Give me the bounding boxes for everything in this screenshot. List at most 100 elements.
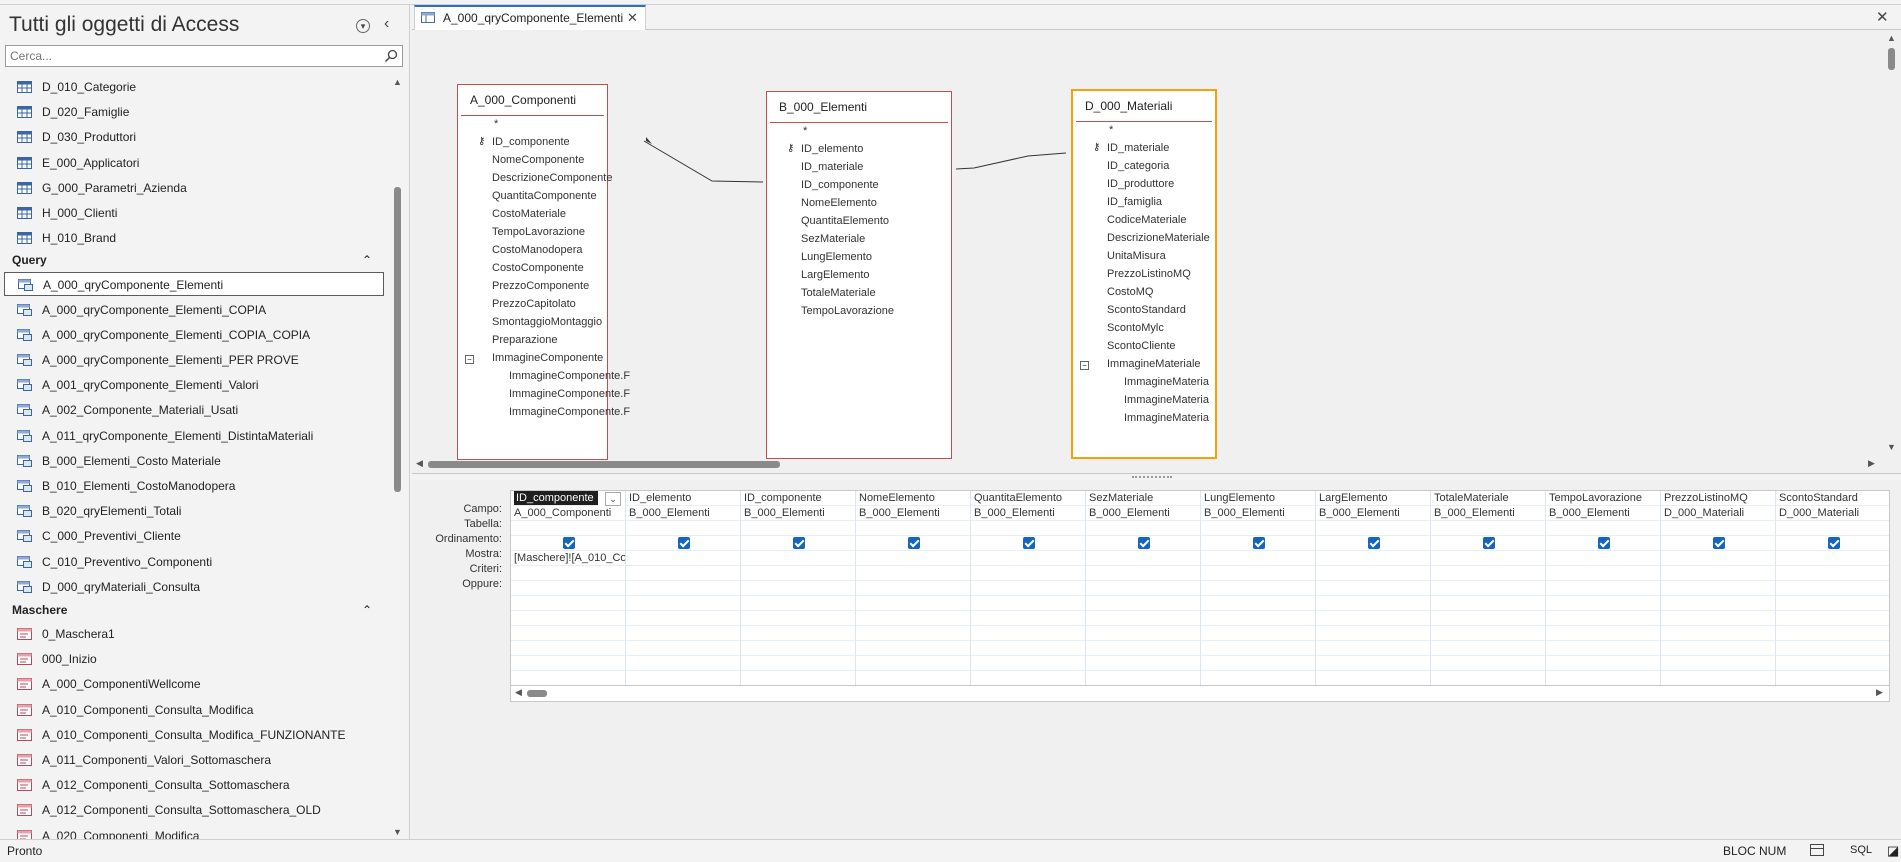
grid-column[interactable]: TempoLavorazione B_000_Elementi xyxy=(1546,491,1661,685)
grid-cell-mostra[interactable] xyxy=(1546,536,1660,551)
grid-cell-oppure[interactable] xyxy=(1776,566,1889,581)
grid-cell-campo[interactable]: ScontoStandard xyxy=(1776,491,1889,506)
show-checkbox[interactable] xyxy=(1368,537,1380,549)
grid-cell-empty[interactable] xyxy=(511,641,625,656)
nav-item-query[interactable]: A_001_qryComponente_Elementi_Valori xyxy=(4,373,384,397)
field-item[interactable]: ScontoStandard xyxy=(1107,304,1186,316)
grid-cell-empty[interactable] xyxy=(1776,611,1889,626)
grid-cell-empty[interactable] xyxy=(1776,581,1889,596)
grid-cell-criteri[interactable] xyxy=(856,551,970,566)
grid-cell-empty[interactable] xyxy=(1431,581,1545,596)
nav-scrollbar[interactable]: ▲ ▼ xyxy=(389,75,406,839)
grid-cell-oppure[interactable] xyxy=(1086,566,1200,581)
group-header-maschere[interactable]: Maschere ⌃ xyxy=(12,599,384,621)
grid-column[interactable]: PrezzoListinoMQ D_000_Materiali xyxy=(1661,491,1776,685)
grid-cell-empty[interactable] xyxy=(1316,641,1430,656)
grid-cell-empty[interactable] xyxy=(1431,656,1545,671)
grid-cell-mostra[interactable] xyxy=(1086,536,1200,551)
nav-item-query[interactable]: B_020_qryElementi_Totali xyxy=(4,499,384,523)
dropdown-chevron-icon[interactable]: ⌄ xyxy=(605,492,621,506)
grid-cell-empty[interactable] xyxy=(511,596,625,611)
field-item[interactable]: ID_componente xyxy=(801,179,879,191)
design-hscroll-thumb[interactable] xyxy=(428,461,780,468)
grid-cell-tabella[interactable]: B_000_Elementi xyxy=(1546,506,1660,521)
field-item[interactable]: NomeElemento xyxy=(801,197,877,209)
grid-cell-empty[interactable] xyxy=(971,611,1085,626)
table-field-list[interactable]: A_000_Componenti * ⚷ ID_componente NomeCompo… xyxy=(457,84,630,460)
field-item[interactable]: ImmagineMateria xyxy=(1124,376,1209,388)
grid-cell-criteri[interactable]: [Maschere]![A_010_Co xyxy=(511,551,625,566)
grid-cell-campo[interactable]: LungElemento xyxy=(1201,491,1315,506)
grid-cell-empty[interactable] xyxy=(626,626,740,641)
grid-cell-criteri[interactable] xyxy=(1316,551,1430,566)
sql-view-button[interactable]: SQL xyxy=(1850,844,1872,856)
grid-cell-empty[interactable] xyxy=(1201,581,1315,596)
nav-item-form[interactable]: A_010_Componenti_Consulta_Modifica xyxy=(4,698,384,722)
grid-cell-empty[interactable] xyxy=(856,596,970,611)
field-item[interactable]: PrezzoCapitolato xyxy=(492,298,576,310)
nav-item-table[interactable]: H_000_Clienti xyxy=(4,201,384,225)
field-item[interactable]: CodiceMateriale xyxy=(1107,214,1186,226)
grid-cell-ordinamento[interactable] xyxy=(1431,521,1545,536)
grid-cell-empty[interactable] xyxy=(1546,656,1660,671)
grid-cell-campo[interactable]: TempoLavorazione xyxy=(1546,491,1660,506)
grid-cell-criteri[interactable] xyxy=(1661,551,1775,566)
grid-column[interactable]: SezMateriale B_000_Elementi xyxy=(1086,491,1201,685)
grid-cell-tabella[interactable]: D_000_Materiali xyxy=(1776,506,1889,521)
grid-cell-empty[interactable] xyxy=(1661,596,1775,611)
grid-cell-mostra[interactable] xyxy=(741,536,855,551)
scroll-up-icon[interactable]: ▲ xyxy=(1887,33,1896,43)
field-item[interactable]: UnitaMisura xyxy=(1107,250,1166,262)
grid-cell-tabella[interactable]: B_000_Elementi xyxy=(741,506,855,521)
grid-cell-empty[interactable] xyxy=(626,641,740,656)
grid-cell-tabella[interactable]: B_000_Elementi xyxy=(626,506,740,521)
show-checkbox[interactable] xyxy=(1483,537,1495,549)
grid-cell-empty[interactable] xyxy=(1546,641,1660,656)
grid-column[interactable]: QuantitaElemento B_000_Elementi xyxy=(971,491,1086,685)
show-checkbox[interactable] xyxy=(908,537,920,549)
scroll-down-icon[interactable]: ▼ xyxy=(1887,442,1896,452)
grid-cell-criteri[interactable] xyxy=(1086,551,1200,566)
grid-cell-oppure[interactable] xyxy=(626,566,740,581)
grid-cell-ordinamento[interactable] xyxy=(511,521,625,536)
field-item[interactable]: ImmagineMateriale xyxy=(1107,358,1201,370)
tab-query-design[interactable]: A_000_qryComponente_Elementi ✕ xyxy=(414,5,646,30)
nav-collapse-icon[interactable]: ‹ xyxy=(384,15,389,33)
grid-cell-ordinamento[interactable] xyxy=(741,521,855,536)
grid-cell-ordinamento[interactable] xyxy=(1661,521,1775,536)
field-item[interactable]: PrezzoListinoMQ xyxy=(1107,268,1191,280)
grid-cell-campo[interactable]: PrezzoListinoMQ xyxy=(1661,491,1775,506)
grid-cell-tabella[interactable]: B_000_Elementi xyxy=(1086,506,1200,521)
grid-cell-empty[interactable] xyxy=(1546,581,1660,596)
grid-cell-mostra[interactable] xyxy=(1661,536,1775,551)
grid-cell-campo[interactable]: SezMateriale xyxy=(1086,491,1200,506)
grid-cell-empty[interactable] xyxy=(1201,641,1315,656)
nav-item-table[interactable]: G_000_Parametri_Azienda xyxy=(4,176,384,200)
show-checkbox[interactable] xyxy=(1828,537,1840,549)
grid-cell-empty[interactable] xyxy=(1546,596,1660,611)
grid-cell-empty[interactable] xyxy=(1431,611,1545,626)
chevron-up-icon[interactable]: ⌃ xyxy=(362,249,372,271)
field-item[interactable]: ImmagineMateria xyxy=(1124,412,1209,424)
show-checkbox[interactable] xyxy=(1253,537,1265,549)
field-item[interactable]: ID_materiale xyxy=(1107,142,1169,154)
grid-cell-ordinamento[interactable] xyxy=(626,521,740,536)
grid-column[interactable]: ID_componente B_000_Elementi xyxy=(741,491,856,685)
grid-cell-empty[interactable] xyxy=(1431,626,1545,641)
grid-cell-empty[interactable] xyxy=(1431,641,1545,656)
grid-cell-mostra[interactable] xyxy=(626,536,740,551)
grid-cell-empty[interactable] xyxy=(626,596,740,611)
nav-item-query[interactable]: A_002_Componente_Materiali_Usati xyxy=(4,398,384,422)
grid-cell-campo[interactable]: ID_componente xyxy=(741,491,855,506)
grid-cell-tabella[interactable]: D_000_Materiali xyxy=(1661,506,1775,521)
grid-horizontal-scrollbar[interactable]: ◀ ▶ xyxy=(510,686,1890,702)
nav-item-query[interactable]: A_000_qryComponente_Elementi_COPIA_COPIA xyxy=(4,323,384,347)
grid-column[interactable]: ID_componente ⌄ A_000_Componenti [Maschere]… xyxy=(511,491,626,685)
grid-cell-empty[interactable] xyxy=(856,626,970,641)
grid-cell-empty[interactable] xyxy=(1086,626,1200,641)
grid-cell-oppure[interactable] xyxy=(971,566,1085,581)
datasheet-view-icon[interactable] xyxy=(1810,844,1824,856)
field-item[interactable]: QuantitaElemento xyxy=(801,215,889,227)
grid-cell-empty[interactable] xyxy=(1431,596,1545,611)
chevron-up-icon[interactable]: ⌃ xyxy=(362,599,372,621)
